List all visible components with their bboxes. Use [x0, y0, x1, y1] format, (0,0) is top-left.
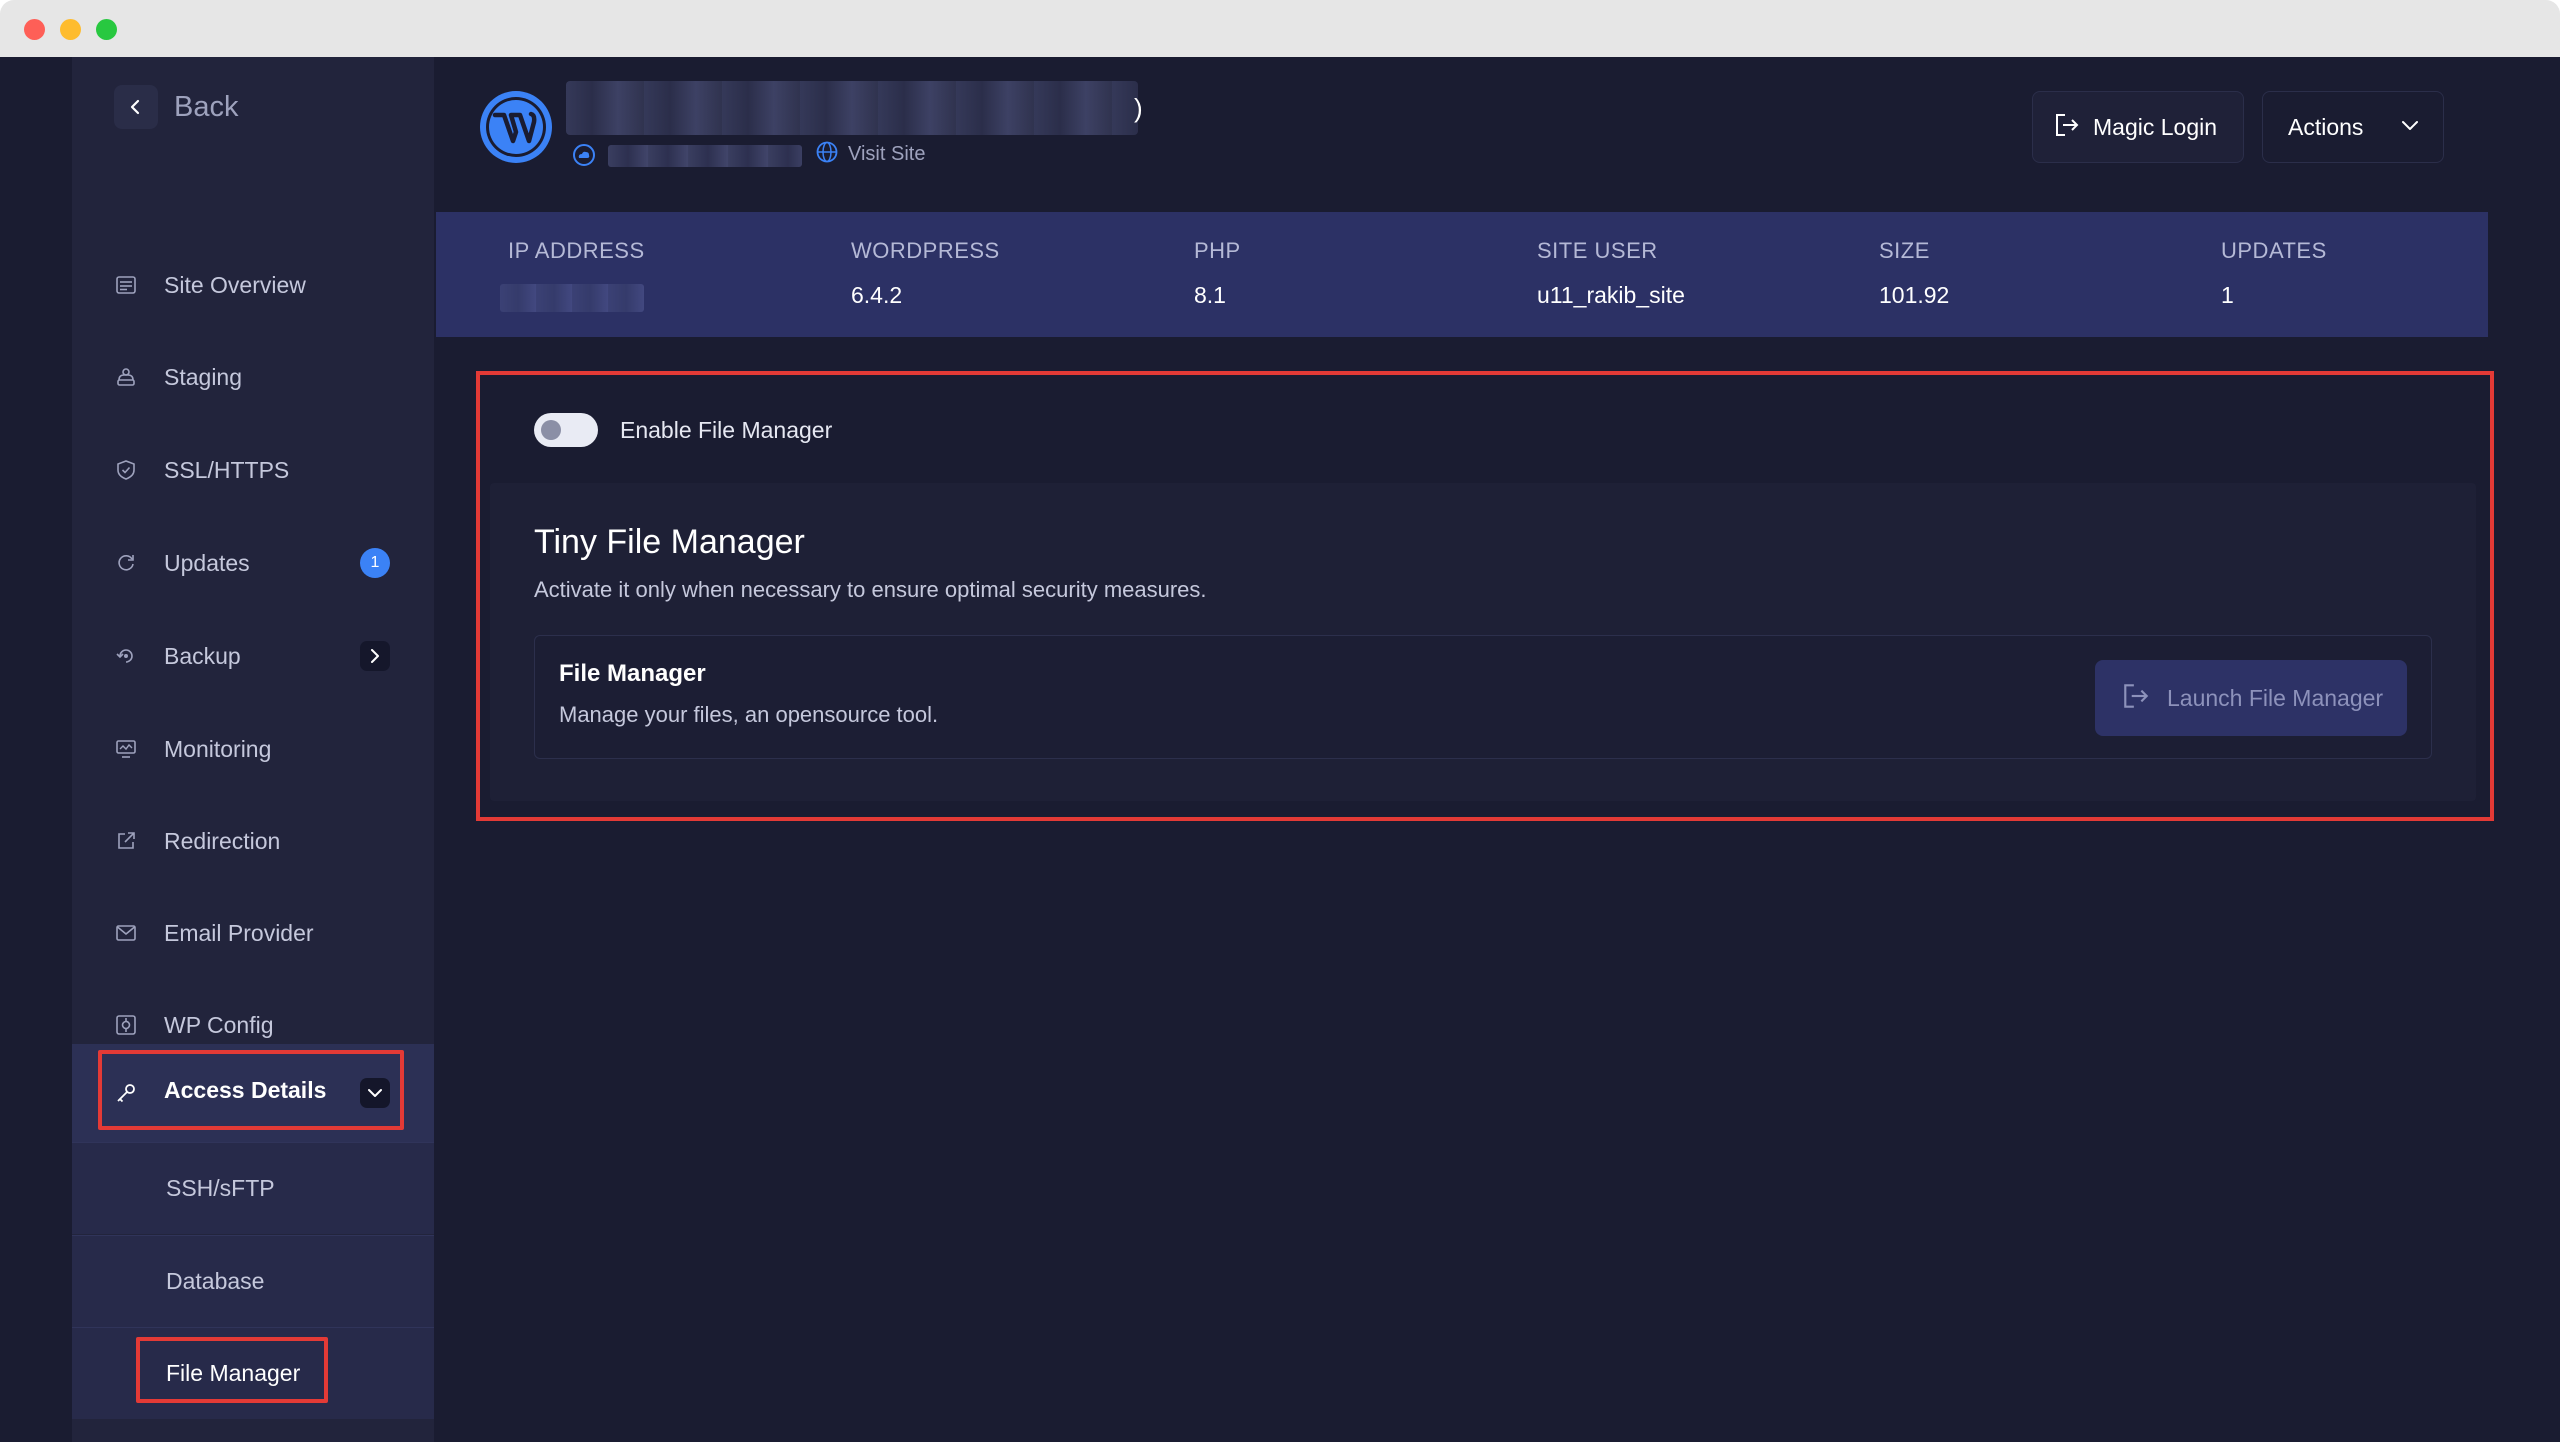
- sidebar-item-label: Monitoring: [164, 735, 272, 762]
- file-manager-panel-highlight: [476, 371, 2494, 821]
- stat-value: 8.1: [1194, 282, 1226, 308]
- back-link[interactable]: Back: [114, 85, 238, 129]
- sidebar-item-label: WP Config: [164, 1011, 274, 1038]
- sidebar-item-staging[interactable]: Staging: [72, 349, 434, 405]
- sidebar-subitem-label: SSH/sFTP: [166, 1175, 275, 1201]
- cloud-icon: [572, 143, 596, 167]
- sidebar-item-site-overview[interactable]: Site Overview: [72, 257, 434, 313]
- chevron-right-icon[interactable]: [360, 641, 390, 671]
- stat-value: 101.92: [1879, 282, 1950, 308]
- sidebar-item-backup[interactable]: Backup: [72, 628, 434, 684]
- sidebar-item-label: SSL/HTTPS: [164, 456, 290, 483]
- stat-label: SITE USER: [1537, 238, 1658, 263]
- sidebar-item-updates[interactable]: Updates 1: [72, 535, 434, 591]
- stat-value: 6.4.2: [851, 282, 903, 308]
- window-titlebar: [0, 0, 2560, 57]
- zoom-window-button[interactable]: [96, 19, 117, 40]
- shield-icon: [114, 458, 138, 482]
- sidebar-item-monitoring[interactable]: Monitoring: [72, 721, 434, 777]
- updates-count-badge: 1: [360, 548, 390, 578]
- app-window: Back Site Overview Staging SSL/HTTPS Upd: [0, 57, 2560, 1442]
- globe-icon: [816, 141, 838, 168]
- config-icon: [114, 1013, 138, 1037]
- actions-label: Actions: [2288, 113, 2364, 140]
- sidebar-subitem-ssh[interactable]: SSH/sFTP: [72, 1142, 434, 1234]
- stat-label: WORDPRESS: [851, 238, 1000, 263]
- stat-label: UPDATES: [2221, 238, 2327, 263]
- sidebar-item-label: Updates: [164, 549, 250, 576]
- site-domain-redacted: [608, 145, 802, 167]
- redirect-icon: [114, 829, 138, 853]
- ip-address-redacted: [500, 284, 644, 312]
- chevron-left-icon[interactable]: [114, 85, 158, 129]
- visit-site-link[interactable]: Visit Site: [816, 141, 925, 168]
- backup-icon: [114, 644, 138, 668]
- site-overview-icon: [114, 273, 138, 297]
- login-icon: [2053, 111, 2081, 144]
- updates-icon: [114, 551, 138, 575]
- sidebar-item-label: Staging: [164, 363, 243, 390]
- sidebar-item-label: Redirection: [164, 827, 281, 854]
- actions-dropdown[interactable]: Actions: [2262, 91, 2444, 163]
- stat-value: u11_rakib_site: [1537, 282, 1685, 308]
- wordpress-logo-icon: [478, 89, 554, 165]
- close-window-button[interactable]: [24, 19, 45, 40]
- sidebar-item-label: Email Provider: [164, 919, 314, 946]
- stat-label: SIZE: [1879, 238, 1930, 263]
- site-name-paren: ): [1134, 93, 1143, 123]
- magic-login-button[interactable]: Magic Login: [2032, 91, 2244, 163]
- site-stats-bar: IP ADDRESS WORDPRESS 6.4.2 PHP 8.1 SITE …: [436, 212, 2488, 337]
- minimize-window-button[interactable]: [60, 19, 81, 40]
- stat-label: IP ADDRESS: [508, 238, 645, 263]
- monitoring-icon: [114, 737, 138, 761]
- stat-value: 1: [2221, 282, 2234, 308]
- file-manager-highlight: [136, 1337, 328, 1403]
- sidebar-subitem-label: Database: [166, 1268, 265, 1294]
- mail-icon: [114, 921, 138, 945]
- visit-site-label: Visit Site: [848, 143, 926, 165]
- site-name-redacted: [566, 81, 1138, 135]
- staging-icon: [114, 365, 138, 389]
- access-details-highlight: [98, 1050, 404, 1130]
- sidebar: Back Site Overview Staging SSL/HTTPS Upd: [72, 57, 434, 1442]
- magic-login-label: Magic Login: [2093, 113, 2218, 140]
- stat-label: PHP: [1194, 238, 1241, 263]
- back-label: Back: [174, 90, 239, 123]
- sidebar-item-redirection[interactable]: Redirection: [72, 813, 434, 869]
- sidebar-subitem-database[interactable]: Database: [72, 1235, 434, 1327]
- chevron-down-icon: [2401, 118, 2419, 137]
- sidebar-item-ssl[interactable]: SSL/HTTPS: [72, 442, 434, 498]
- sidebar-item-label: Backup: [164, 642, 241, 669]
- sidebar-item-email-provider[interactable]: Email Provider: [72, 905, 434, 961]
- sidebar-item-label: Site Overview: [164, 271, 306, 298]
